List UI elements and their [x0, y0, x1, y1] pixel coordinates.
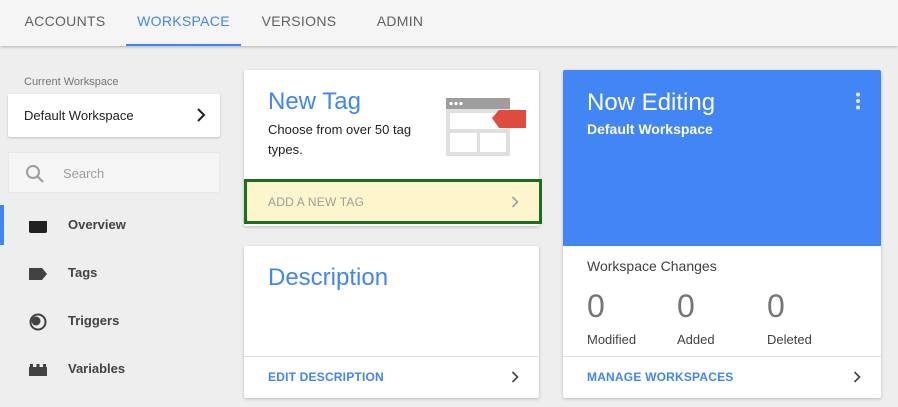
sidebar-item-label: Overview [68, 217, 126, 232]
overview-icon [29, 221, 47, 233]
stat-label: Modified [587, 332, 637, 347]
description-title: Description [268, 264, 389, 291]
top-navigation: ACCOUNTS WORKSPACE VERSIONS ADMIN [0, 0, 898, 46]
search-input[interactable] [63, 163, 213, 183]
editing-workspace-name: Default Workspace [587, 121, 713, 137]
stat-value: 0 [677, 288, 695, 324]
chevron-right-icon [511, 371, 519, 383]
stat-label: Deleted [767, 332, 812, 347]
new-tag-description: Choose from over 50 tag types. [268, 122, 412, 157]
tab-workspace[interactable]: WORKSPACE [126, 0, 241, 46]
sidebar-item-label: Triggers [68, 313, 120, 328]
stat-modified: 0 Modified [587, 286, 667, 347]
current-workspace-label: Current Workspace [24, 76, 119, 88]
tag-icon [29, 268, 47, 280]
new-tag-title: New Tag [268, 88, 361, 115]
description-card: Description EDIT DESCRIPTION [244, 246, 539, 398]
tab-accounts[interactable]: ACCOUNTS [12, 0, 118, 46]
sidebar-item-tags[interactable]: Tags [0, 253, 230, 293]
tab-admin[interactable]: ADMIN [360, 0, 440, 46]
now-editing-header: Now Editing Default Workspace [563, 70, 881, 246]
stat-added: 0 Added [677, 286, 757, 347]
stat-label: Added [677, 332, 715, 347]
workspace-selector[interactable]: Default Workspace [8, 94, 220, 137]
edit-description-label: EDIT DESCRIPTION [268, 370, 384, 384]
tab-versions[interactable]: VERSIONS [248, 0, 350, 46]
variables-icon [29, 364, 47, 376]
chevron-right-icon [197, 108, 206, 122]
chevron-right-icon [511, 196, 519, 208]
search-box [8, 152, 220, 193]
add-new-tag-button[interactable]: ADD A NEW TAG [244, 179, 542, 224]
manage-workspaces-label: MANAGE WORKSPACES [587, 370, 734, 384]
sidebar-item-overview[interactable]: Overview [0, 205, 230, 245]
now-editing-card: Now Editing Default Workspace Workspace … [563, 70, 881, 398]
stat-value: 0 [767, 288, 785, 324]
more-options-icon[interactable] [855, 92, 861, 110]
sidebar-item-triggers[interactable]: Triggers [0, 301, 230, 341]
sidebar-item-label: Tags [68, 265, 98, 280]
workspace-name: Default Workspace [24, 108, 134, 123]
chevron-right-icon [853, 371, 861, 383]
search-icon [26, 165, 44, 183]
edit-description-button[interactable]: EDIT DESCRIPTION [244, 356, 539, 398]
workspace-changes-label: Workspace Changes [587, 258, 717, 274]
manage-workspaces-button[interactable]: MANAGE WORKSPACES [563, 356, 881, 398]
sidebar-item-label: Variables [68, 361, 126, 376]
trigger-icon [29, 313, 47, 331]
now-editing-title: Now Editing [587, 89, 716, 116]
add-new-tag-label: ADD A NEW TAG [268, 195, 365, 209]
tag-illustration-icon [446, 98, 526, 156]
stat-deleted: 0 Deleted [767, 286, 847, 347]
stat-value: 0 [587, 288, 605, 324]
sidebar-item-variables[interactable]: Variables [0, 349, 230, 389]
